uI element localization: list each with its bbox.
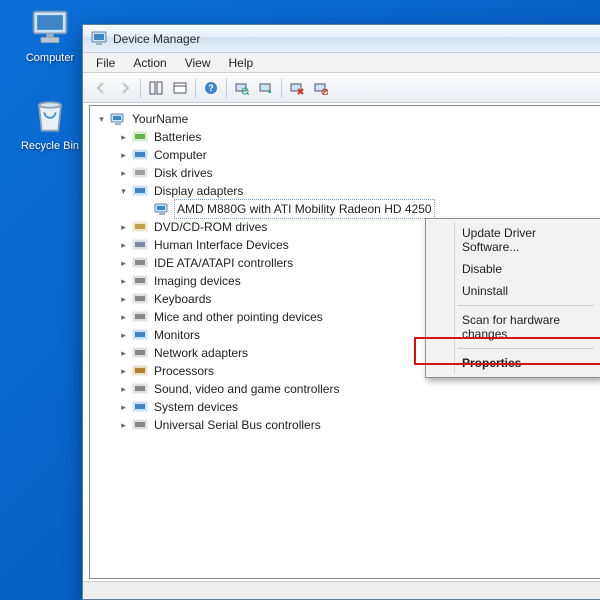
tree-category-label: System devices bbox=[152, 398, 240, 416]
tree-category[interactable]: ▾ Display adapters bbox=[118, 182, 600, 200]
tree-category-label: Processors bbox=[152, 362, 216, 380]
tree-category-label: Monitors bbox=[152, 326, 202, 344]
tree-category-label: Network adapters bbox=[152, 344, 250, 362]
tree-category-label: Computer bbox=[152, 146, 209, 164]
expand-toggle[interactable]: ▸ bbox=[118, 240, 129, 251]
tree-device[interactable]: AMD M880G with ATI Mobility Radeon HD 42… bbox=[140, 200, 600, 218]
tree-category-label: Human Interface Devices bbox=[152, 236, 291, 254]
back-button bbox=[90, 77, 112, 99]
expand-toggle[interactable]: ▸ bbox=[118, 330, 129, 341]
device-category-icon bbox=[132, 381, 148, 397]
device-category-icon bbox=[132, 327, 148, 343]
help-button[interactable]: ? bbox=[200, 77, 222, 99]
device-category-icon bbox=[132, 165, 148, 181]
tree-root[interactable]: ▾ YourName bbox=[96, 110, 600, 128]
tree-category[interactable]: ▸ Universal Serial Bus controllers bbox=[118, 416, 600, 434]
properties-button[interactable] bbox=[169, 77, 191, 99]
tree-category[interactable]: ▸ Sound, video and game controllers bbox=[118, 380, 600, 398]
tree-category[interactable]: ▸ System devices bbox=[118, 398, 600, 416]
expand-toggle[interactable]: ▸ bbox=[118, 168, 129, 179]
tree-category-label: DVD/CD-ROM drives bbox=[152, 218, 269, 236]
menu-help[interactable]: Help bbox=[220, 54, 263, 72]
desktop-icon-computer[interactable]: Computer bbox=[14, 6, 86, 64]
window-title: Device Manager bbox=[113, 32, 200, 46]
expand-toggle[interactable]: ▸ bbox=[118, 276, 129, 287]
recycle-bin-icon bbox=[28, 94, 72, 138]
device-category-icon bbox=[132, 363, 148, 379]
expand-toggle[interactable]: ▸ bbox=[118, 294, 129, 305]
device-category-icon bbox=[132, 273, 148, 289]
menu-view[interactable]: View bbox=[176, 54, 220, 72]
expand-toggle[interactable]: ▾ bbox=[118, 186, 129, 197]
menu-file[interactable]: File bbox=[87, 54, 124, 72]
context-menu: Update Driver Software... Disable Uninst… bbox=[425, 218, 600, 378]
uninstall-button[interactable] bbox=[286, 77, 308, 99]
expand-toggle[interactable]: ▸ bbox=[118, 348, 129, 359]
update-driver-button[interactable] bbox=[255, 77, 277, 99]
tree-category-label: Batteries bbox=[152, 128, 203, 146]
expand-toggle[interactable]: ▸ bbox=[118, 258, 129, 269]
device-category-icon bbox=[132, 309, 148, 325]
computer-icon bbox=[110, 111, 126, 127]
tree-category[interactable]: ▸ Computer bbox=[118, 146, 600, 164]
tree-category[interactable]: ▸ Batteries bbox=[118, 128, 600, 146]
device-category-icon bbox=[132, 291, 148, 307]
expand-toggle[interactable]: ▸ bbox=[118, 222, 129, 233]
scan-hardware-button[interactable] bbox=[231, 77, 253, 99]
expand-toggle[interactable]: ▸ bbox=[118, 150, 129, 161]
expand-toggle[interactable]: ▸ bbox=[118, 420, 129, 431]
desktop-icon-label: Recycle Bin bbox=[14, 140, 86, 152]
tree-category-label: Keyboards bbox=[152, 290, 213, 308]
expand-toggle[interactable]: ▸ bbox=[118, 132, 129, 143]
display-adapter-icon bbox=[154, 201, 170, 217]
device-category-icon bbox=[132, 147, 148, 163]
device-category-icon bbox=[132, 417, 148, 433]
titlebar[interactable]: Device Manager bbox=[83, 25, 600, 53]
forward-button bbox=[114, 77, 136, 99]
disable-button[interactable] bbox=[310, 77, 332, 99]
menubar: File Action View Help bbox=[83, 53, 600, 73]
device-category-icon bbox=[132, 237, 148, 253]
tree-category-label: IDE ATA/ATAPI controllers bbox=[152, 254, 295, 272]
desktop-icon-recycle-bin[interactable]: Recycle Bin bbox=[14, 94, 86, 152]
show-hide-tree-button[interactable] bbox=[145, 77, 167, 99]
tree-category-label: Universal Serial Bus controllers bbox=[152, 416, 323, 434]
tree-category-label: Disk drives bbox=[152, 164, 215, 182]
desktop-icon-label: Computer bbox=[14, 52, 86, 64]
svg-text:?: ? bbox=[208, 83, 214, 93]
device-category-icon bbox=[132, 219, 148, 235]
device-category-icon bbox=[132, 345, 148, 361]
device-category-icon bbox=[132, 255, 148, 271]
tree-category-label: Mice and other pointing devices bbox=[152, 308, 325, 326]
device-category-icon bbox=[132, 129, 148, 145]
menu-action[interactable]: Action bbox=[124, 54, 175, 72]
expand-toggle[interactable]: ▸ bbox=[118, 402, 129, 413]
expand-toggle[interactable]: ▸ bbox=[118, 366, 129, 377]
tree-category-label: Imaging devices bbox=[152, 272, 243, 290]
expand-toggle[interactable]: ▸ bbox=[118, 312, 129, 323]
tree-category[interactable]: ▸ Disk drives bbox=[118, 164, 600, 182]
tree-device-label: AMD M880G with ATI Mobility Radeon HD 42… bbox=[174, 199, 435, 219]
tree-category-label: Display adapters bbox=[152, 182, 245, 200]
tree-category-label: Sound, video and game controllers bbox=[152, 380, 341, 398]
expand-toggle[interactable]: ▸ bbox=[118, 384, 129, 395]
computer-icon bbox=[28, 6, 72, 50]
statusbar bbox=[83, 581, 600, 599]
device-manager-icon bbox=[91, 31, 107, 47]
expand-toggle[interactable]: ▾ bbox=[96, 114, 107, 125]
device-category-icon bbox=[132, 399, 148, 415]
device-category-icon bbox=[132, 183, 148, 199]
tree-root-label: YourName bbox=[130, 110, 190, 128]
toolbar: ? bbox=[83, 73, 600, 103]
